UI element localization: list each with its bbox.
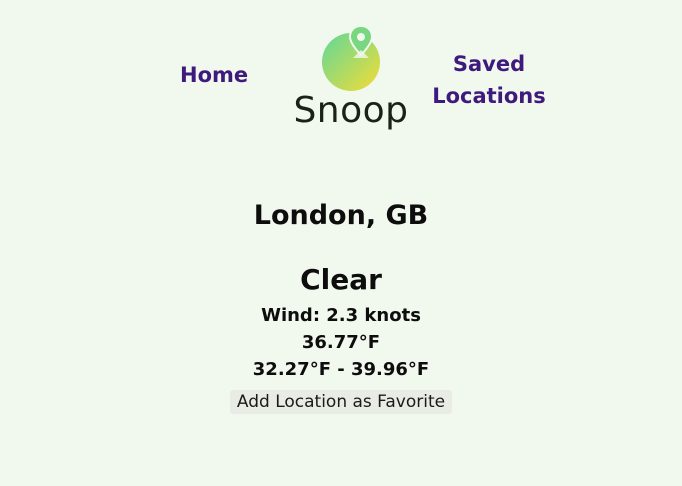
brand-name: Snoop — [293, 90, 409, 131]
wind-speed: Wind: 2.3 knots — [261, 305, 421, 326]
location-title: London, GB — [253, 200, 429, 231]
nav-saved-locations-link[interactable]: Saved Locations — [430, 48, 548, 112]
nav-saved-label-line2: Locations — [432, 84, 546, 108]
weather-condition: Clear — [300, 263, 382, 296]
current-temperature: 36.77°F — [301, 332, 381, 353]
brand-logo: Snoop — [285, 20, 417, 138]
nav-home-link[interactable]: Home — [180, 63, 248, 87]
map-pin-circle-icon — [322, 24, 380, 91]
add-favorite-button[interactable]: Add Location as Favorite — [229, 390, 453, 414]
weather-panel: London, GB Clear Wind: 2.3 knots 36.77°F… — [0, 196, 682, 414]
nav-saved-label-line1: Saved — [452, 52, 526, 76]
temperature-range: 32.27°F - 39.96°F — [252, 359, 430, 380]
